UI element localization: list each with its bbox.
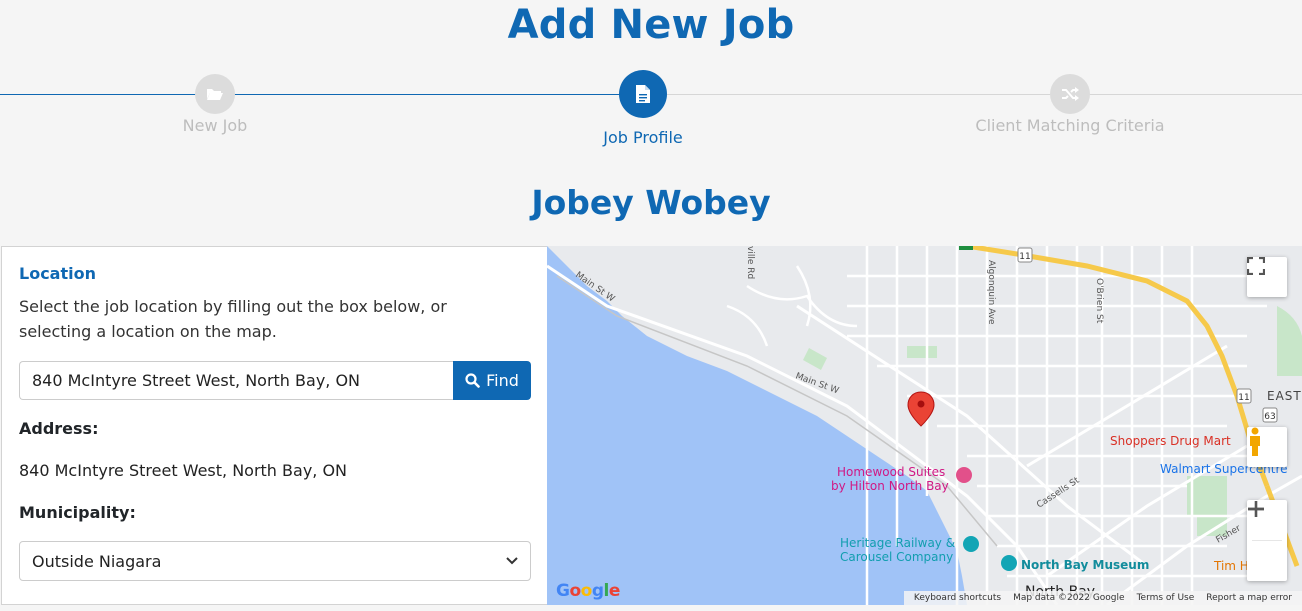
highway-shield-label: 11	[1238, 393, 1249, 403]
location-search-input[interactable]	[19, 361, 453, 400]
find-button-label: Find	[486, 371, 519, 390]
step-label: Job Profile	[603, 128, 683, 147]
fullscreen-icon	[1247, 257, 1265, 275]
highway-shield-label: 63	[1264, 412, 1275, 422]
step-label: Client Matching Criteria	[975, 116, 1165, 135]
keyboard-shortcuts-link[interactable]: Keyboard shortcuts	[914, 593, 1001, 603]
location-panel: Location Select the job location by fill…	[1, 246, 547, 605]
municipality-selected-value: Outside Niagara	[32, 551, 162, 571]
poi-label: North Bay Museum	[1021, 558, 1149, 572]
street-view-button[interactable]	[1247, 427, 1287, 467]
highway-shield-label: 11	[1019, 252, 1030, 262]
museum-icon	[1001, 555, 1017, 571]
location-heading: Location	[19, 264, 96, 283]
fullscreen-button[interactable]	[1247, 257, 1287, 297]
report-error-link[interactable]: Report a map error	[1206, 593, 1292, 603]
shuffle-icon	[1050, 74, 1090, 114]
google-logo: Google	[556, 581, 620, 601]
stepper: New Job Job Profile Client Matching Crit…	[0, 60, 1302, 150]
chevron-down-icon	[506, 557, 518, 565]
file-text-icon	[619, 70, 667, 118]
poi-label: Carousel Company	[840, 550, 953, 564]
camera-icon	[963, 536, 979, 552]
step-job-profile[interactable]: Job Profile	[523, 70, 763, 147]
poi-label: by Hilton North Bay	[831, 479, 949, 493]
map-data-attribution: Map data ©2022 Google	[1013, 593, 1125, 603]
zoom-controls	[1247, 500, 1287, 581]
location-help-text: Select the job location by filling out t…	[19, 297, 447, 341]
poi-label: Heritage Railway &	[840, 536, 955, 550]
park	[907, 346, 937, 358]
page-title: Add New Job	[507, 2, 795, 48]
folder-open-icon	[195, 74, 235, 114]
location-search: Find	[19, 361, 531, 400]
map-pin-icon[interactable]	[907, 391, 935, 427]
find-button[interactable]: Find	[453, 361, 531, 400]
municipality-label: Municipality:	[19, 503, 136, 522]
address-label: Address:	[19, 419, 99, 438]
map[interactable]: 11 11 63 Main St W Main St W ville Rd Al…	[547, 246, 1302, 605]
street-label: Cassells St	[1035, 475, 1082, 510]
address-value: 840 McIntyre Street West, North Bay, ON	[19, 461, 348, 480]
green-marker	[959, 246, 973, 250]
map-canvas[interactable]: 11 11 63 Main St W Main St W ville Rd Al…	[547, 246, 1302, 605]
poi-label: Homewood Suites	[837, 465, 945, 479]
step-new-job[interactable]: New Job	[95, 74, 335, 135]
park	[1277, 306, 1302, 376]
step-client-matching[interactable]: Client Matching Criteria	[950, 74, 1190, 135]
park	[803, 348, 827, 370]
street-label: O'Brien St	[1094, 278, 1104, 324]
map-footer: Keyboard shortcuts Map data ©2022 Google…	[903, 591, 1302, 605]
zoom-out-icon[interactable]	[1247, 500, 1265, 518]
place-label: EAST	[1267, 389, 1302, 403]
poi-label: Tim H	[1213, 559, 1249, 573]
job-name-heading: Jobey Wobey	[531, 183, 771, 222]
pegman-icon	[1250, 427, 1260, 456]
search-icon	[465, 373, 480, 388]
step-label: New Job	[182, 116, 248, 135]
hotel-icon	[956, 467, 972, 483]
terms-link[interactable]: Terms of Use	[1137, 593, 1195, 603]
poi-label: Shoppers Drug Mart	[1110, 434, 1231, 448]
street-label: Algonquin Ave	[986, 260, 996, 325]
street-label: ville Rd	[745, 246, 755, 279]
municipality-select[interactable]: Outside Niagara	[19, 541, 531, 581]
